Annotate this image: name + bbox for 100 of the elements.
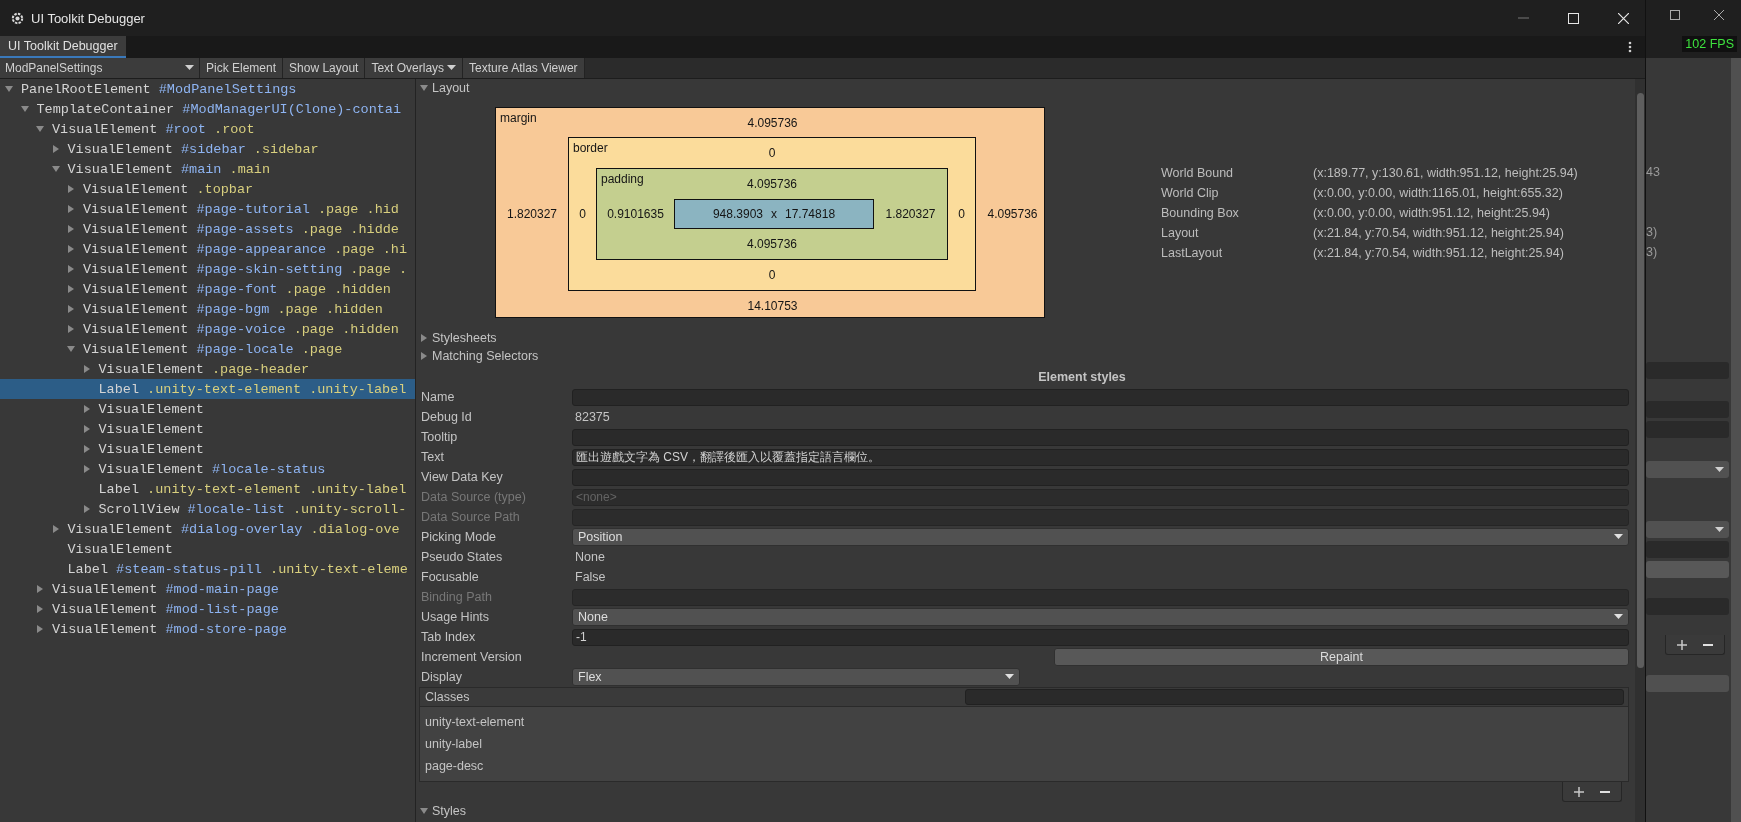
expand-arrow-icon[interactable] [81, 504, 92, 514]
scrollbar[interactable] [1731, 58, 1741, 822]
tree-item[interactable]: ScrollView #locale-list .unity-scroll- [0, 499, 415, 519]
metric-label: World Clip [1161, 186, 1220, 200]
tree-item[interactable]: VisualElement #page-appearance .page .hi [0, 239, 415, 259]
tree-item[interactable]: VisualElement #mod-store-page [0, 619, 415, 639]
expand-arrow-icon[interactable] [81, 464, 92, 474]
section-label: Classes [425, 690, 471, 704]
tree-item[interactable]: VisualElement #page-font .page .hidden [0, 279, 415, 299]
fps-counter: 102 FPS [1682, 36, 1737, 52]
expand-arrow-icon[interactable] [66, 284, 76, 294]
tree-item[interactable]: VisualElement [0, 539, 415, 559]
expand-arrow-icon[interactable] [66, 344, 76, 354]
class-input-field[interactable] [965, 689, 1624, 705]
foldout-label[interactable]: Layout [432, 81, 470, 95]
box-value: 0.9101635 [607, 207, 664, 221]
repaint-button[interactable]: Repaint [1054, 648, 1629, 666]
property-value: False [574, 570, 606, 584]
expand-arrow-icon[interactable] [81, 364, 92, 374]
toolbar-button[interactable]: Show Layout [283, 58, 366, 78]
expand-arrow-icon[interactable] [19, 104, 30, 114]
tree-item[interactable]: VisualElement #mod-list-page [0, 599, 415, 619]
tree-item[interactable]: VisualElement [0, 439, 415, 459]
expand-arrow-icon[interactable] [419, 351, 429, 361]
property-value: None [574, 550, 605, 564]
expand-arrow-icon[interactable] [81, 444, 92, 454]
tree-item[interactable]: VisualElement #dialog-overlay .dialog-ove [0, 519, 415, 539]
expand-arrow-icon[interactable] [66, 324, 76, 334]
expand-arrow-icon[interactable] [35, 124, 45, 134]
expand-arrow-icon[interactable] [35, 584, 45, 594]
expand-arrow-icon[interactable] [81, 404, 92, 414]
expand-arrow-icon[interactable] [419, 333, 429, 343]
tab[interactable]: UI Toolkit Debugger [0, 36, 126, 58]
toolbar-button[interactable]: Texture Atlas Viewer [463, 58, 585, 78]
class-name[interactable]: unity-text-element [425, 711, 1623, 733]
foldout-label[interactable]: Stylesheets [432, 331, 497, 345]
maximize-icon [1670, 10, 1680, 20]
foldout-label[interactable]: Matching Selectors [432, 349, 539, 363]
input-field[interactable] [1646, 401, 1729, 418]
input-field[interactable] [1646, 362, 1729, 379]
tree-item[interactable]: VisualElement #page-bgm .page .hidden [0, 299, 415, 319]
expand-arrow-icon[interactable] [50, 144, 61, 154]
class-name[interactable]: page-desc [425, 755, 1623, 777]
tree-item[interactable]: VisualElement #page-assets .page .hidde [0, 219, 415, 239]
input-field[interactable] [1646, 598, 1729, 615]
tree-item[interactable]: VisualElement #page-voice .page .hidden [0, 319, 415, 339]
tree-item[interactable]: VisualElement #main .main [0, 159, 415, 179]
tree-item[interactable]: VisualElement #sidebar .sidebar [0, 139, 415, 159]
property-value: 82375 [574, 410, 610, 424]
scrollbar[interactable] [1635, 79, 1645, 822]
expand-arrow-icon[interactable] [419, 806, 429, 816]
expand-arrow-icon[interactable] [66, 244, 76, 254]
box-value: 4.095736 [747, 115, 798, 130]
tree-item[interactable]: PanelRootElement #ModPanelSettings [0, 79, 415, 99]
expand-arrow-icon[interactable] [66, 304, 76, 314]
foldout-label[interactable]: Styles [432, 804, 467, 818]
expand-arrow-icon[interactable] [419, 83, 429, 93]
tree-item[interactable]: TemplateContainer #ModManagerUI(Clone)-contai [0, 99, 415, 119]
tree-item[interactable]: VisualElement #locale-status [0, 459, 415, 479]
input-field[interactable] [1646, 541, 1729, 558]
expand-arrow-icon[interactable] [66, 204, 76, 214]
expand-arrow-icon[interactable] [35, 604, 45, 614]
expand-arrow-icon[interactable] [81, 424, 92, 434]
expand-arrow-icon[interactable] [50, 524, 61, 534]
tree-item[interactable]: Label .unity-text-element .unity-label [0, 479, 415, 499]
tree-item[interactable]: VisualElement #page-skin-setting .page . [0, 259, 415, 279]
tree-item[interactable]: VisualElement #page-tutorial .page .hid [0, 199, 415, 219]
dropdown[interactable]: Position [572, 528, 1629, 546]
box-value: 4.095736 [987, 207, 1038, 221]
tree-item[interactable]: VisualElement #mod-main-page [0, 579, 415, 599]
toolbar-button[interactable]: Pick Element [200, 58, 284, 78]
expand-arrow-icon[interactable] [50, 164, 61, 174]
tree-item[interactable]: VisualElement #root .root [0, 119, 415, 139]
caret-icon [447, 65, 457, 71]
tree-item[interactable]: Label #steam-status-pill .unity-text-eleme [0, 559, 415, 579]
expand-arrow-icon[interactable] [66, 224, 76, 234]
tree-item[interactable]: VisualElement #page-locale .page [0, 339, 415, 359]
panel-dropdown[interactable]: ModPanelSettings [0, 58, 200, 78]
menu-button[interactable]: Text Overlays [365, 58, 464, 78]
dropdown[interactable]: None [572, 608, 1629, 626]
minus-icon [1600, 790, 1610, 793]
input-field[interactable] [1646, 421, 1729, 438]
more-options-icon[interactable] [1628, 41, 1632, 53]
tree-item[interactable]: VisualElement .topbar [0, 179, 415, 199]
expand-arrow-icon[interactable] [66, 184, 76, 194]
metric-value: (x:0.00, y:0.00, width:1165.01, height:655.32) [1313, 186, 1564, 200]
class-name[interactable]: unity-label [425, 733, 1623, 755]
tree-item[interactable]: VisualElement [0, 419, 415, 439]
expand-arrow-icon[interactable] [66, 264, 76, 274]
box-label: padding [601, 172, 644, 186]
property-label: Pseudo States [420, 550, 504, 564]
property-label: Name [420, 390, 456, 404]
expand-arrow-icon[interactable] [4, 84, 14, 94]
dropdown[interactable]: Flex [572, 668, 1020, 686]
tree-item[interactable]: VisualElement [0, 399, 415, 419]
expand-arrow-icon[interactable] [35, 624, 45, 634]
tree-item[interactable]: Label .unity-text-element .unity-label [0, 379, 415, 399]
text-field[interactable]: -1 [572, 628, 1629, 646]
tree-item[interactable]: VisualElement .page-header [0, 359, 415, 379]
text-field[interactable]: 匯出遊戲文字為 CSV，翻譯後匯入以覆蓋指定語言欄位。 [572, 448, 1629, 466]
